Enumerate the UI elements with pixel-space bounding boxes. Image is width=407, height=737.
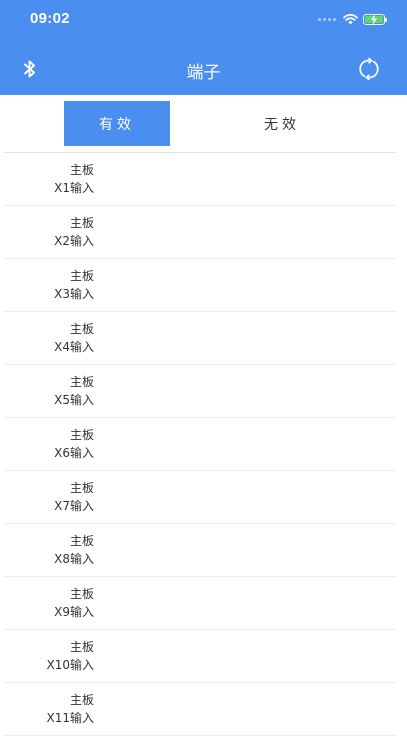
list-item-text: 主板 X5输入	[54, 373, 94, 409]
list-item-text: 主板 X2输入	[54, 214, 94, 250]
list-item-text: 主板 X4输入	[54, 320, 94, 356]
list-item-text: 主板 X1输入	[54, 161, 94, 197]
board-label: 主板	[69, 375, 94, 389]
wifi-icon	[343, 14, 358, 25]
list-item[interactable]: 主板 X5输入	[4, 365, 396, 418]
app-header: 09:02 端子	[0, 0, 407, 95]
board-label: 主板	[69, 481, 94, 495]
board-label: 主板	[69, 269, 94, 283]
board-label: 主板	[69, 163, 94, 177]
list-item-text: 主板 X8输入	[54, 532, 94, 568]
terminal-label: X10输入	[46, 658, 95, 672]
status-time: 09:02	[30, 10, 70, 27]
list-item-text: 主板 X3输入	[54, 267, 94, 303]
status-icons	[318, 12, 387, 26]
list-item-text: 主板 X6输入	[54, 426, 94, 462]
terminal-label: X2输入	[54, 234, 94, 248]
terminal-label: X6输入	[54, 446, 94, 460]
board-label: 主板	[69, 534, 94, 548]
terminal-label: X11输入	[46, 711, 95, 725]
tab-invalid[interactable]: 无效	[226, 101, 338, 146]
board-label: 主板	[69, 428, 94, 442]
terminal-label: X5输入	[54, 393, 94, 407]
board-label: 主板	[69, 693, 94, 707]
list-item[interactable]: 主板 X1输入	[4, 153, 396, 206]
bluetooth-icon	[24, 60, 35, 78]
refresh-icon	[359, 57, 379, 81]
charging-bolt-icon	[371, 13, 377, 25]
list-item-text: 主板 X7输入	[54, 479, 94, 515]
list-item-text: 主板 X9输入	[54, 585, 94, 621]
edge-fill	[396, 95, 407, 737]
list-item[interactable]: 主板 X9输入	[4, 577, 396, 630]
battery-icon	[363, 13, 387, 25]
page-title: 端子	[186, 63, 221, 83]
signal-dots-icon	[318, 17, 336, 21]
terminal-list: 主板 X1输入 主板 X2输入 主板 X3输入 主板 X4输入 主板 X5输入 主板 X6输入 主板 X7…	[4, 153, 396, 736]
bluetooth-button[interactable]	[20, 58, 40, 80]
segmented-tabs: 有效 无效	[4, 95, 396, 153]
terminal-label: X1输入	[54, 181, 94, 195]
board-label: 主板	[69, 322, 94, 336]
list-item[interactable]: 主板 X3输入	[4, 259, 396, 312]
tab-valid[interactable]: 有效	[64, 101, 170, 146]
list-item[interactable]: 主板 X8输入	[4, 524, 396, 577]
list-item[interactable]: 主板 X11输入	[4, 683, 396, 736]
refresh-button[interactable]	[357, 57, 381, 81]
terminal-label: X7输入	[54, 499, 94, 513]
list-item-text: 主板 X10输入	[47, 638, 95, 674]
list-item[interactable]: 主板 X10输入	[4, 630, 396, 683]
list-item[interactable]: 主板 X4输入	[4, 312, 396, 365]
board-label: 主板	[69, 640, 94, 654]
terminal-label: X8输入	[54, 552, 94, 566]
app-screen: 09:02 端子 有效 无效 主板 X1输入 主板 X2输入 主板 X3输入 主…	[0, 0, 407, 737]
list-item-text: 主板 X11输入	[47, 691, 95, 727]
list-item[interactable]: 主板 X2输入	[4, 206, 396, 259]
terminal-label: X4输入	[54, 340, 94, 354]
list-item[interactable]: 主板 X6输入	[4, 418, 396, 471]
list-item[interactable]: 主板 X7输入	[4, 471, 396, 524]
terminal-label: X9输入	[54, 605, 94, 619]
terminal-label: X3输入	[54, 287, 94, 301]
board-label: 主板	[69, 216, 94, 230]
board-label: 主板	[69, 587, 94, 601]
